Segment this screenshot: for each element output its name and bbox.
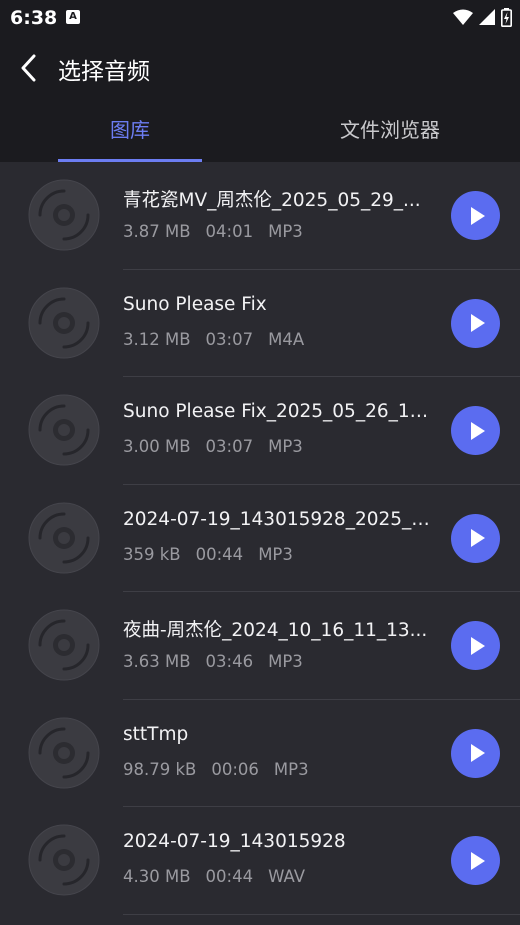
audio-size: 4.30 MB: [123, 867, 191, 886]
list-item[interactable]: Suno Please Fix 3.12 MB 03:07 M4A: [0, 270, 520, 377]
audio-meta: 98.79 kB 00:06 MP3: [123, 760, 324, 779]
audio-meta: 4.30 MB 00:44 WAV: [123, 867, 320, 886]
audio-duration: 00:06: [211, 759, 259, 779]
play-button[interactable]: [451, 191, 500, 240]
divider: [123, 913, 520, 915]
audio-duration: 03:07: [205, 329, 254, 349]
audio-size: 359 kB: [123, 544, 181, 564]
play-icon: [468, 851, 486, 871]
audio-size: 3.87 MB: [123, 222, 191, 241]
play-icon: [468, 421, 486, 441]
play-button[interactable]: [451, 513, 500, 563]
wifi-icon: [453, 9, 473, 25]
audio-size: 3.12 MB: [123, 329, 191, 349]
list-item[interactable]: 夜曲-周杰伦_2024_10_16_11_13... 3.63 MB 03:46 MP…: [0, 592, 520, 700]
list-item[interactable]: Suno Please Fix_2025_05_26_19... 3.00 MB 0…: [0, 377, 520, 485]
disc-icon: [28, 394, 100, 466]
audio-format: MP3: [273, 759, 309, 779]
audio-format: MP3: [268, 222, 303, 241]
status-icons: [453, 7, 512, 27]
list-item[interactable]: 2024-07-19_143015928 4.30 MB 00:44 WAV: [0, 807, 520, 915]
audio-format: WAV: [268, 867, 306, 886]
play-button[interactable]: [451, 298, 500, 348]
back-button[interactable]: [12, 50, 44, 86]
play-button[interactable]: [451, 621, 500, 670]
audio-duration: 04:01: [205, 222, 254, 241]
play-icon: [468, 636, 486, 656]
play-icon: [468, 528, 486, 548]
audio-title: Suno Please Fix_2025_05_26_19...: [123, 401, 433, 422]
disc-icon: [28, 609, 100, 681]
audio-meta: 359 kB 00:44 MP3: [123, 545, 308, 564]
audio-meta: 3.87 MB 04:01 MP3: [123, 222, 318, 241]
header: 选择音频: [0, 34, 520, 102]
audio-title: 2024-07-19_143015928_2025_0...: [123, 508, 433, 530]
audio-format: M4A: [268, 329, 305, 349]
status-bar: 6:38 A: [0, 0, 520, 34]
audio-format: MP3: [268, 652, 303, 671]
signal-icon: [479, 9, 495, 25]
tab-gallery[interactable]: 图库: [58, 102, 202, 162]
play-button[interactable]: [451, 728, 500, 778]
audio-title: 2024-07-19_143015928: [123, 831, 346, 852]
audio-title: 夜曲-周杰伦_2024_10_16_11_13...: [123, 620, 428, 641]
status-time: 6:38: [10, 7, 58, 29]
play-icon: [468, 313, 486, 333]
list-item[interactable]: 青花瓷MV_周杰伦_2025_05_29_... 3.87 MB 04:01 MP3: [0, 162, 520, 270]
audio-meta: 3.63 MB 03:46 MP3: [123, 652, 318, 671]
audio-size: 3.00 MB: [123, 437, 191, 456]
audio-meta: 3.12 MB 03:07 M4A: [123, 330, 319, 349]
audio-duration: 00:44: [195, 544, 244, 564]
audio-title: 青花瓷MV_周杰伦_2025_05_29_...: [123, 190, 421, 211]
list-item[interactable]: 2024-07-19_143015928_2025_0... 359 kB 00:4…: [0, 485, 520, 592]
disc-icon: [28, 717, 100, 789]
play-button[interactable]: [451, 406, 500, 455]
play-icon: [468, 743, 486, 763]
tab-bar: 图库 文件浏览器: [0, 102, 520, 162]
disc-icon: [28, 824, 100, 896]
battery-icon: [501, 7, 512, 27]
tab-file-browser-label: 文件浏览器: [340, 118, 440, 142]
disc-icon: [28, 502, 100, 574]
disc-icon: [28, 287, 100, 359]
audio-duration: 03:46: [205, 652, 254, 671]
audio-list[interactable]: 青花瓷MV_周杰伦_2025_05_29_... 3.87 MB 04:01 MP3 S…: [0, 162, 520, 925]
list-item[interactable]: sttTmp 98.79 kB 00:06 MP3: [0, 700, 520, 807]
play-icon: [468, 206, 486, 226]
tab-gallery-label: 图库: [110, 118, 150, 142]
disc-icon: [28, 179, 100, 251]
audio-size: 98.79 kB: [123, 759, 197, 779]
chevron-left-icon: [21, 54, 36, 82]
audio-format: MP3: [268, 437, 303, 456]
audio-duration: 00:44: [205, 867, 254, 886]
audio-format: MP3: [258, 544, 293, 564]
notification-icon: A: [66, 10, 80, 24]
audio-duration: 03:07: [205, 437, 254, 456]
audio-meta: 3.00 MB 03:07 MP3: [123, 437, 318, 456]
tab-file-browser[interactable]: 文件浏览器: [300, 102, 480, 162]
page-title: 选择音频: [58, 59, 150, 85]
audio-title: Suno Please Fix: [123, 293, 267, 315]
play-button[interactable]: [451, 836, 500, 885]
audio-title: sttTmp: [123, 723, 189, 745]
audio-size: 3.63 MB: [123, 652, 191, 671]
